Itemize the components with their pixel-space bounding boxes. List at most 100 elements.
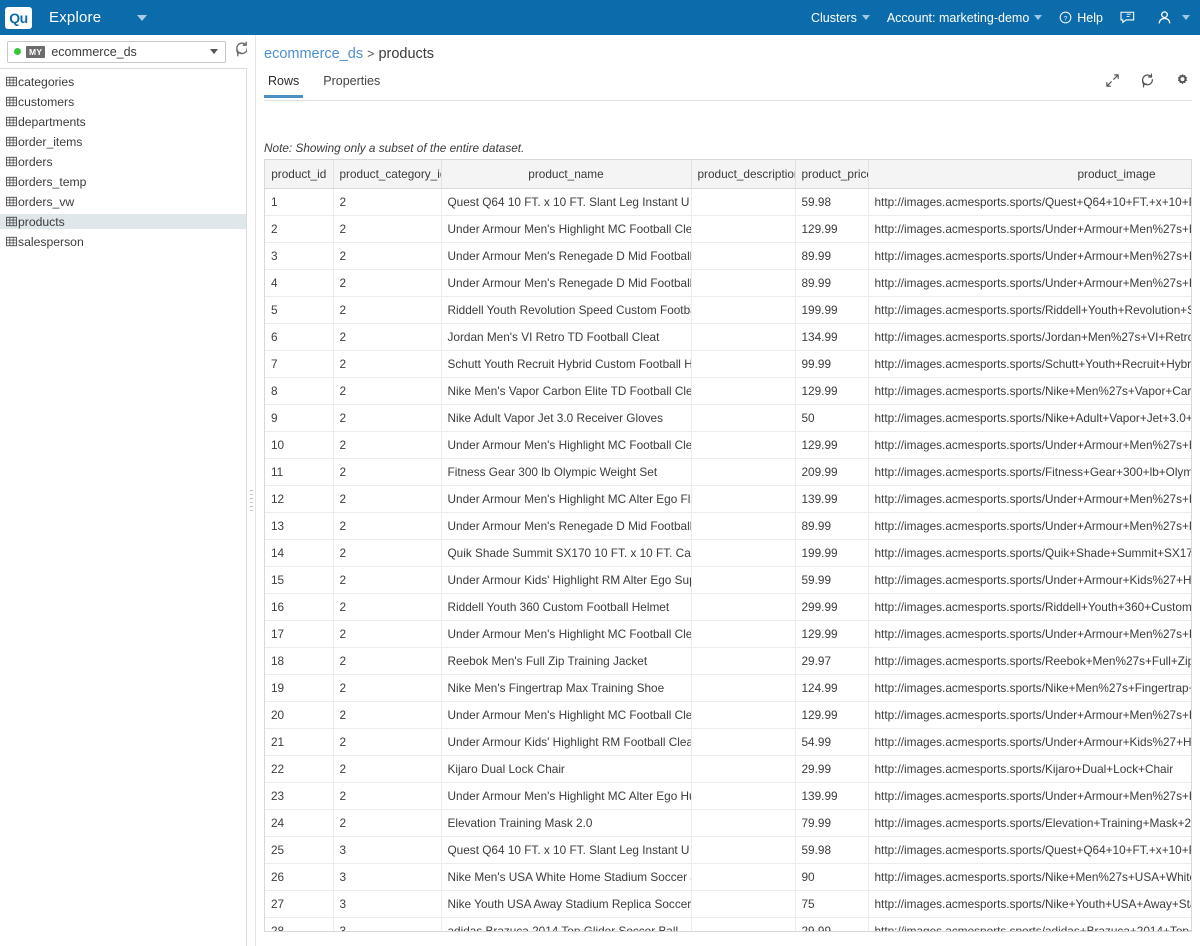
table-row[interactable]: 6 2 Jordan Men's VI Retro TD Football Clea…	[265, 323, 1191, 351]
column-header-product_description[interactable]: product_description	[691, 160, 796, 189]
table-row[interactable]: 19 2 Nike Men's Fingertrap Max Training Sh…	[265, 674, 1191, 702]
cell-product_name: adidas Brazuca 2014 Top Glider Soccer Ba…	[441, 917, 692, 931]
table-row[interactable]: 16 2 Riddell Youth 360 Custom Football Hel…	[265, 593, 1191, 621]
cell-product_name: Reebok Men's Full Zip Training Jacket	[441, 647, 692, 675]
table-icon	[6, 176, 17, 187]
cell-product_description	[691, 404, 796, 432]
subset-note: Note: Showing only a subset of the entir…	[264, 141, 525, 155]
cell-product_id: 21	[265, 728, 334, 756]
table-row[interactable]: 23 2 Under Armour Men's Highlight MC Alter…	[265, 782, 1191, 810]
column-header-product_name[interactable]: product_name	[441, 160, 692, 189]
table-row[interactable]: 22 2 Kijaro Dual Lock Chair 29.99 http://ima…	[265, 755, 1191, 783]
refresh-icon[interactable]	[1140, 73, 1155, 93]
chevron-down-icon[interactable]	[210, 49, 218, 54]
cell-product_description	[691, 242, 796, 270]
sidebar-table-departments[interactable]: departments	[0, 114, 246, 129]
top-nav-right-group: Clusters Account: marketing-demo ? Help	[794, 10, 1200, 25]
nav-help[interactable]: ? Help	[1059, 11, 1103, 25]
table-row[interactable]: 3 2 Under Armour Men's Renegade D Mid Foot…	[265, 242, 1191, 270]
cell-product_description	[691, 431, 796, 459]
table-row[interactable]: 10 2 Under Armour Men's Highlight MC Footb…	[265, 431, 1191, 459]
cell-product_price: 129.99	[795, 701, 869, 729]
sidebar-table-customers[interactable]: customers	[0, 94, 246, 109]
expand-icon[interactable]	[1105, 73, 1120, 93]
sidebar-table-orders_temp[interactable]: orders_temp	[0, 174, 246, 189]
cell-product_price: 89.99	[795, 512, 869, 540]
cell-product_name: Quik Shade Summit SX170 10 FT. x 10 FT. …	[441, 539, 692, 567]
table-row[interactable]: 28 3 adidas Brazuca 2014 Top Glider Soccer…	[265, 917, 1191, 931]
app-title: Explore	[49, 9, 102, 26]
nav-account[interactable]: Account: marketing-demo	[886, 10, 1043, 25]
cell-product_category_id: 3	[333, 836, 442, 864]
cell-product_description	[691, 296, 796, 324]
cell-product_category_id: 2	[333, 701, 442, 729]
cell-product_image: http://images.acmesports.sports/Under+Ar…	[868, 431, 1191, 459]
gear-icon[interactable]	[1175, 73, 1190, 93]
cell-product_name: Riddell Youth 360 Custom Football Helmet	[441, 593, 692, 621]
cell-product_price: 129.99	[795, 620, 869, 648]
cell-product_image: http://images.acmesports.sports/Nike+Men…	[868, 377, 1191, 405]
cell-product_description	[691, 350, 796, 378]
column-header-product_image[interactable]: product_image	[868, 160, 1191, 189]
table-row[interactable]: 18 2 Reebok Men's Full Zip Training Jacket…	[265, 647, 1191, 675]
cell-product_category_id: 2	[333, 323, 442, 351]
table-row[interactable]: 14 2 Quik Shade Summit SX170 10 FT. x 10 F…	[265, 539, 1191, 567]
cell-product_name: Nike Men's USA White Home Stadium Soccer…	[441, 863, 692, 891]
nav-clusters[interactable]: Clusters	[811, 11, 870, 25]
table-row[interactable]: 27 3 Nike Youth USA Away Stadium Replica S…	[265, 890, 1191, 918]
tab-strip: Rows Properties	[264, 74, 1200, 100]
sidebar-table-orders_vw[interactable]: orders_vw	[0, 194, 246, 209]
breadcrumb-root[interactable]: ecommerce_ds	[264, 46, 363, 62]
sidebar-table-salesperson[interactable]: salesperson	[0, 234, 246, 249]
table-row[interactable]: 17 2 Under Armour Men's Highlight MC Footb…	[265, 620, 1191, 648]
table-row[interactable]: 4 2 Under Armour Men's Renegade D Mid Foot…	[265, 269, 1191, 297]
sidebar-table-label: customers	[18, 94, 75, 109]
tab-properties[interactable]: Properties	[319, 74, 384, 98]
table-row[interactable]: 24 2 Elevation Training Mask 2.0 79.99 http:…	[265, 809, 1191, 837]
sidebar-table-orders[interactable]: orders	[0, 154, 246, 169]
cell-product_name: Under Armour Men's Renegade D Mid Footba…	[441, 269, 692, 297]
sidebar-table-order_items[interactable]: order_items	[0, 134, 246, 149]
column-header-product_category_id[interactable]: product_category_id	[333, 160, 442, 189]
app-logo[interactable]: Qu	[5, 6, 32, 29]
table-row[interactable]: 1 2 Quest Q64 10 FT. x 10 FT. Slant Leg In…	[265, 188, 1191, 216]
cell-product_id: 10	[265, 431, 334, 459]
column-header-product_id[interactable]: product_id	[265, 160, 334, 189]
table-row[interactable]: 11 2 Fitness Gear 300 lb Olympic Weight Se…	[265, 458, 1191, 486]
cell-product_price: 75	[795, 890, 869, 918]
nav-user-menu[interactable]	[1157, 10, 1190, 25]
table-row[interactable]: 9 2 Nike Adult Vapor Jet 3.0 Receiver Glov…	[265, 404, 1191, 432]
table-row[interactable]: 8 2 Nike Men's Vapor Carbon Elite TD Footb…	[265, 377, 1191, 405]
table-row[interactable]: 2 2 Under Armour Men's Highlight MC Footba…	[265, 215, 1191, 243]
cell-product_category_id: 2	[333, 377, 442, 405]
column-header-product_price[interactable]: product_price	[795, 160, 869, 189]
table-row[interactable]: 25 3 Quest Q64 10 FT. x 10 FT. Slant Leg I…	[265, 836, 1191, 864]
chevron-down-icon[interactable]	[137, 14, 148, 21]
table-row[interactable]: 13 2 Under Armour Men's Renegade D Mid Foo…	[265, 512, 1191, 540]
panel-splitter[interactable]	[247, 35, 256, 946]
table-row[interactable]: 21 2 Under Armour Kids' Highlight RM Footb…	[265, 728, 1191, 756]
cell-product_description	[691, 917, 796, 931]
main-content: ecommerce_ds > products Rows Properties	[256, 35, 1200, 946]
cell-product_name: Under Armour Men's Highlight MC Football…	[441, 620, 692, 648]
datasource-select[interactable]: MY ecommerce_ds	[7, 40, 226, 63]
sidebar-table-products[interactable]: products	[0, 214, 246, 229]
nav-feedback[interactable]	[1120, 11, 1140, 24]
cell-product_category_id: 3	[333, 863, 442, 891]
status-online-icon	[14, 48, 21, 55]
table-row[interactable]: 15 2 Under Armour Kids' Highlight RM Alter…	[265, 566, 1191, 594]
cell-product_id: 5	[265, 296, 334, 324]
table-row[interactable]: 5 2 Riddell Youth Revolution Speed Custom …	[265, 296, 1191, 324]
nav-account-label: Account: marketing-demo	[886, 10, 1030, 25]
cell-product_price: 29.97	[795, 647, 869, 675]
table-row[interactable]: 20 2 Under Armour Men's Highlight MC Footb…	[265, 701, 1191, 729]
table-row[interactable]: 7 2 Schutt Youth Recruit Hybrid Custom Foo…	[265, 350, 1191, 378]
tab-rows[interactable]: Rows	[264, 74, 304, 98]
table-row[interactable]: 12 2 Under Armour Men's Highlight MC Alter…	[265, 485, 1191, 513]
splitter-grip[interactable]	[250, 490, 253, 516]
rows-grid-container[interactable]: product_id product_category_id product_nam…	[264, 159, 1192, 932]
cell-product_category_id: 2	[333, 782, 442, 810]
sidebar-table-categories[interactable]: categories	[0, 74, 246, 89]
table-row[interactable]: 26 3 Nike Men's USA White Home Stadium Soc…	[265, 863, 1191, 891]
cell-product_description	[691, 323, 796, 351]
